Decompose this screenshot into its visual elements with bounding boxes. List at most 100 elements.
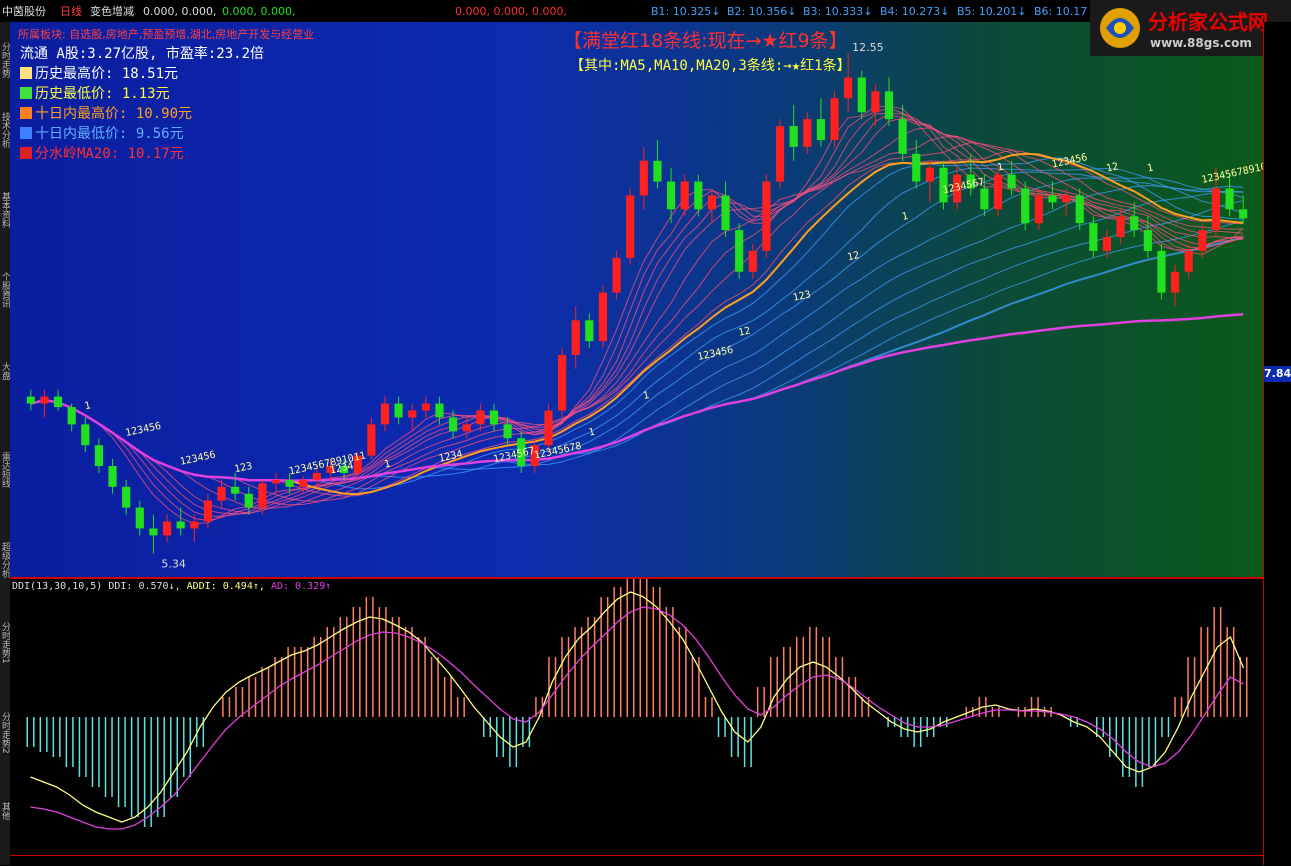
ad-line [30, 606, 1244, 830]
sector-label: 所属板块: 自选股,房地产,预盈预增,湖北,房地产开发与经营业 [18, 28, 315, 41]
candle-body [1007, 174, 1016, 189]
indicator-name[interactable]: 变色增减 [90, 6, 134, 18]
candle-body [925, 167, 934, 182]
ma20-row: 分水岭MA20: 10.17元 [20, 144, 184, 164]
ma-line-6 [30, 105, 1244, 525]
candle-body [707, 195, 717, 210]
b4-value: B4: 10.273↓ [880, 5, 950, 18]
subline: 【其中:MA5,MA10,MA20,3条线:→★红1条】 [570, 58, 851, 74]
candle-body [762, 181, 771, 251]
count-label: 12 [846, 250, 860, 263]
price-axis [1263, 22, 1291, 865]
ma-line-45 [30, 190, 1244, 482]
count-label: 123456 [697, 345, 735, 363]
candle-body [81, 424, 90, 446]
candle-body [1184, 250, 1193, 272]
stock-name: 中茵股份 [2, 5, 46, 18]
values-red: 0.000, 0.000, 0.000, [455, 5, 567, 18]
candle-body [1239, 209, 1248, 219]
candle-body [408, 410, 417, 418]
candle-body [1116, 216, 1125, 238]
candle-body [912, 153, 921, 182]
count-label: 123 [233, 461, 253, 476]
candle-body [612, 257, 621, 293]
count-label: 123456 [179, 450, 217, 468]
hist-high-row: 历史最高价: 18.51元 [20, 64, 178, 84]
count-label: 1 [84, 400, 92, 412]
ma-line-40 [30, 185, 1244, 482]
candle-body [231, 486, 240, 494]
candle-body [980, 188, 989, 210]
candle-body [803, 119, 812, 147]
candle-body [1089, 223, 1098, 251]
count-label: 12 [1105, 161, 1119, 174]
ddi-chart[interactable] [10, 579, 1263, 855]
addi-value: ADDI: 0.494↑, [186, 581, 265, 592]
candle-body [421, 403, 430, 411]
candle-body [162, 521, 172, 536]
candle-body [993, 174, 1003, 210]
candle-body [122, 486, 131, 508]
candle-body [1157, 250, 1166, 293]
candle-body [67, 407, 76, 425]
values-green: 0.000, 0.000, [222, 5, 296, 18]
peak-price-label: 12.55 [852, 41, 884, 54]
left-tab-2[interactable]: 技术分析 [0, 112, 10, 148]
ddi-legend: DDI(13,30,10,5) DDI: 0.570↓, ADDI: 0.494… [12, 581, 331, 592]
ma-line-60 [30, 236, 1244, 482]
candle-body [299, 479, 308, 487]
ddi-indicator-panel[interactable]: DDI(13,30,10,5) DDI: 0.570↓, ADDI: 0.494… [10, 579, 1263, 855]
left-tab-10[interactable]: 其他 [0, 802, 10, 820]
ma-line-22 [30, 157, 1244, 490]
ma-line-55 [30, 220, 1244, 482]
count-label: 1234 [438, 449, 464, 465]
addi-line [30, 591, 1245, 823]
count-label: 1 [996, 162, 1004, 174]
ten-high-row: 十日内最高价: 10.90元 [20, 104, 192, 124]
hist-low-row: 历史最低价: 1.13元 [20, 84, 170, 104]
candle-body [666, 181, 676, 210]
left-tab-5[interactable]: 大盘 [0, 362, 10, 380]
candle-body [871, 91, 880, 113]
ten-high-text: 十日内最高价: 10.90元 [35, 106, 193, 122]
candle-body [380, 403, 390, 425]
candle-body [258, 483, 267, 508]
candle-body [844, 77, 853, 99]
candle-body [1034, 195, 1043, 224]
left-tab-6[interactable]: 雷达短线 [0, 452, 10, 488]
candlestick-panel[interactable]: 1 123456 123456 123 1234567891011 1234 1 1234 12… [10, 22, 1263, 577]
date-axis [10, 855, 1263, 866]
candle-body [653, 160, 662, 182]
left-tab-1[interactable]: 分时走势 [0, 42, 10, 78]
current-price-tag: 7.84 [1264, 366, 1291, 382]
period-label[interactable]: 日线 [60, 6, 82, 18]
candle-body [830, 98, 839, 140]
candle-body [1021, 188, 1030, 224]
candle-body [435, 403, 444, 418]
candle-body [503, 424, 512, 439]
candle-body [626, 195, 635, 258]
logo-icon [1100, 8, 1140, 48]
candlestick-chart[interactable]: 1123456123456123 12345678910111234 1 1234 12… [10, 22, 1263, 577]
candle-body [1048, 195, 1057, 203]
candle-body [190, 521, 199, 529]
site-logo[interactable]: 分析家公式网 www.88gs.com [1090, 0, 1291, 56]
left-tab-7[interactable]: 超级分析 [0, 542, 10, 578]
candle-body [1130, 216, 1139, 231]
hist-low-text: 历史最低价: 1.13元 [35, 86, 170, 102]
left-tab-8[interactable]: 分时走势1 [0, 622, 10, 664]
count-label: 123456 [125, 421, 163, 439]
candle-body [721, 195, 730, 231]
left-tab-4[interactable]: 个股資讯 [0, 272, 10, 308]
b3-value: B3: 10.333↓ [803, 5, 873, 18]
candle-body [394, 403, 403, 418]
candle-body [94, 445, 104, 466]
left-tab-3[interactable]: 基本资料 [0, 192, 10, 228]
candle-body [489, 410, 499, 425]
logo-title: 分析家公式网 [1148, 10, 1268, 34]
count-label: 1 [588, 427, 596, 439]
ten-low-row: 十日内最低价: 9.56元 [20, 124, 184, 144]
count-label: 1234567 [942, 177, 986, 197]
count-label: 12345678910 [1201, 161, 1263, 186]
left-tab-9[interactable]: 分时走势2 [0, 712, 10, 754]
